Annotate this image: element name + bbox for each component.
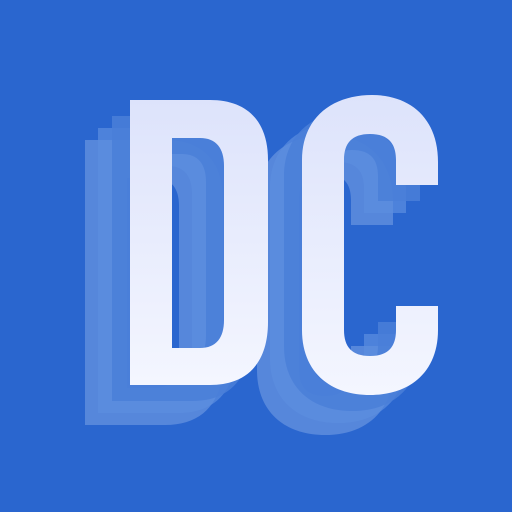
app-icon [0,0,512,512]
dc-letters-logo-icon [85,95,438,435]
